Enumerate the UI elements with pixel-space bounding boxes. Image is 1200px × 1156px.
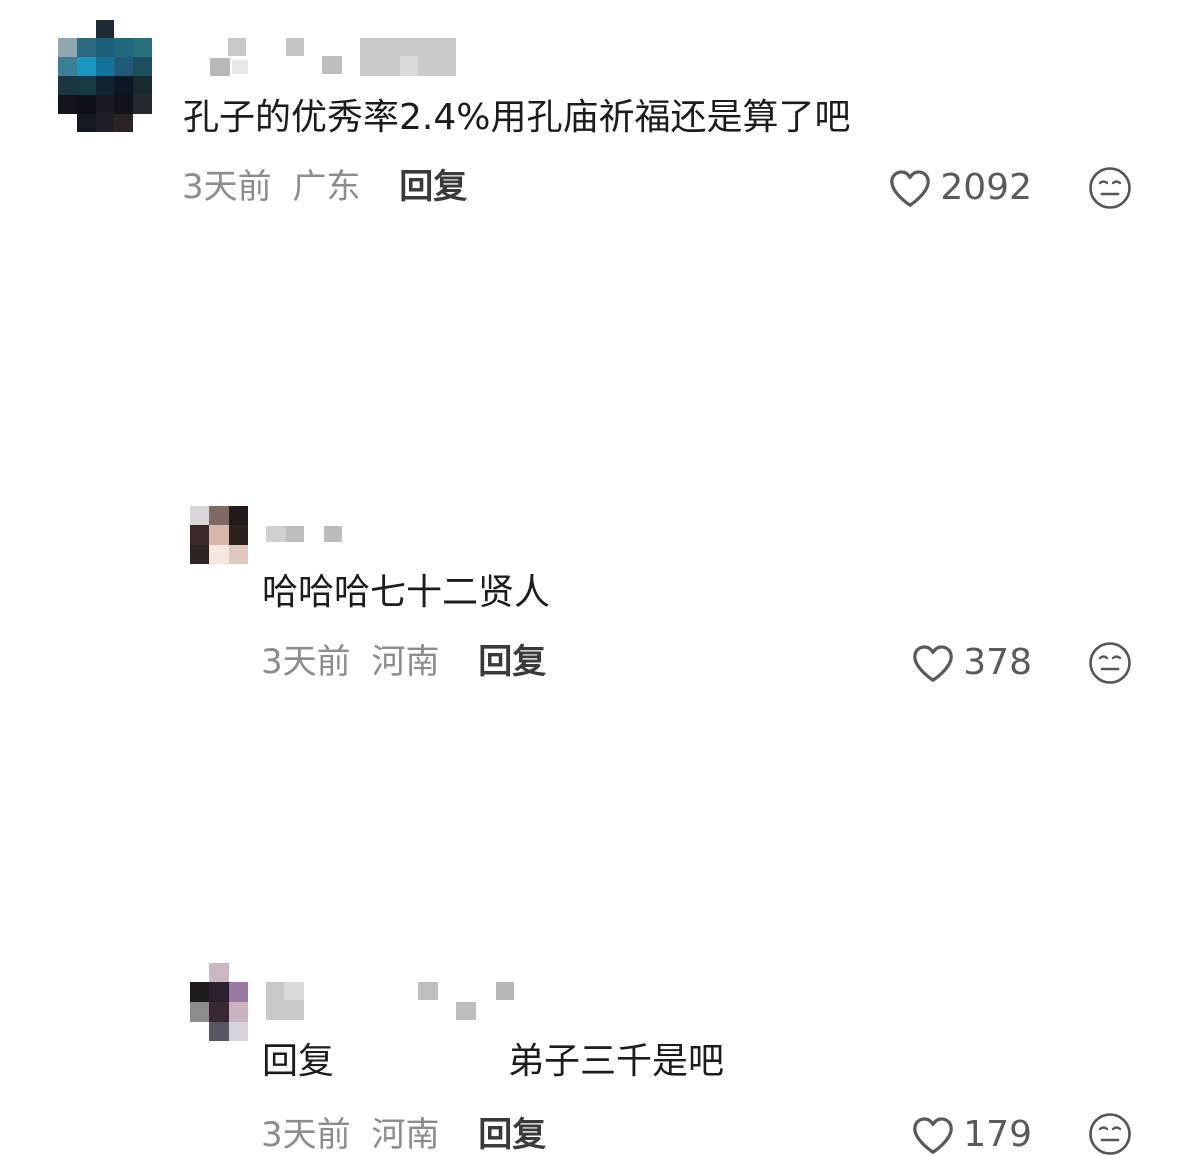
neutral-face-icon[interactable] (1088, 166, 1132, 210)
like-count: 2092 (940, 167, 1032, 208)
comment-region: 河南 (371, 1115, 440, 1155)
reply-button[interactable]: 回复 (478, 1115, 546, 1155)
comment-time: 3天前 (261, 1115, 351, 1155)
heart-icon (913, 1117, 954, 1154)
comment-reply-item: 哈哈哈七十二贤人 3天前 河南 回复 378 (0, 240, 1200, 684)
reply-button[interactable]: 回复 (399, 167, 467, 207)
like-button[interactable]: 179 (911, 1115, 1032, 1155)
comment-meta: 3天前 广东 回复 (182, 170, 467, 204)
comment-region: 广东 (292, 167, 361, 207)
comment-text: 回复 弟子三千是吧 (262, 1044, 724, 1080)
heart-icon (890, 170, 931, 207)
comment-body: 弟子三千是吧 (508, 1041, 725, 1082)
comment-text: 孔子的优秀率2.4%用孔庙祈福还是算了吧 (183, 97, 851, 138)
like-button[interactable]: 2092 (888, 168, 1032, 208)
neutral-face-icon[interactable] (1088, 1112, 1132, 1156)
comment-reply-item: 回复 弟子三千是吧 3天前 河南 回复 179 (0, 470, 1200, 1155)
comment-time: 3天前 (182, 167, 272, 207)
avatar[interactable] (190, 963, 248, 1041)
comment-item: 孔子的优秀率2.4%用孔庙祈福还是算了吧 3天前 广东 回复 2092 (0, 0, 1200, 240)
reply-prefix: 回复 (262, 1041, 335, 1082)
like-count: 179 (963, 1114, 1032, 1155)
avatar[interactable] (58, 20, 152, 132)
comment-meta: 3天前 河南 回复 (261, 1118, 546, 1152)
